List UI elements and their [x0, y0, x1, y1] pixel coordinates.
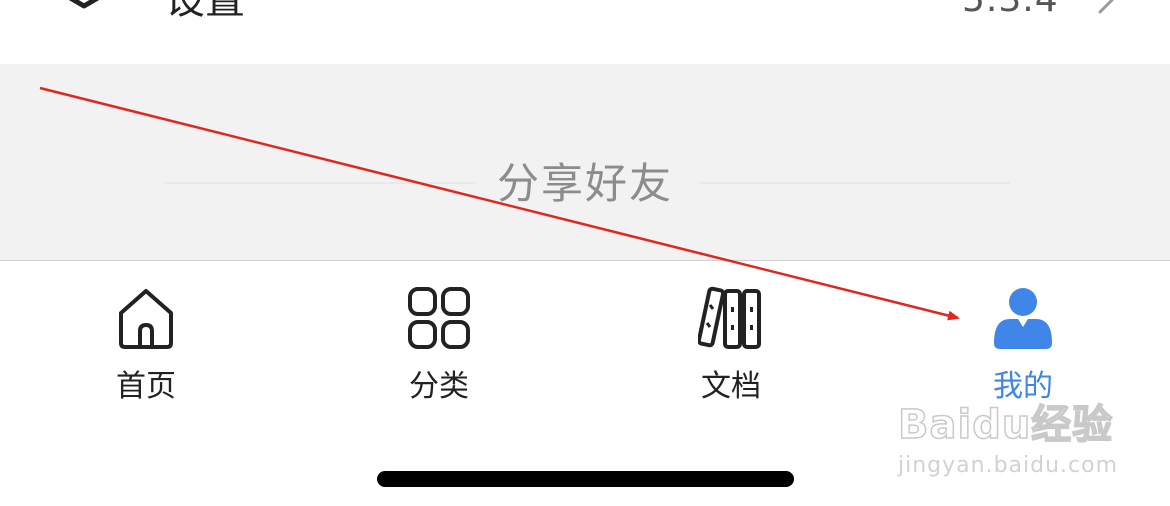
watermark-url-text: jingyan.baidu.com	[898, 453, 1119, 478]
tab-category[interactable]: 分类	[293, 261, 585, 421]
settings-label: 设置	[165, 0, 245, 23]
share-friends-section[interactable]: 分享好友	[0, 64, 1170, 260]
watermark-main-text: Baidu经验	[897, 401, 1114, 449]
user-icon	[994, 288, 1052, 349]
baidu-jingyan-watermark: Baidu经验 jingyan.baidu.com	[897, 400, 1128, 480]
grid-icon	[408, 287, 470, 349]
home-indicator-bar[interactable]	[377, 471, 794, 487]
tab-home[interactable]: 首页	[0, 261, 292, 421]
tab-docs-label: 文档	[701, 369, 761, 404]
tab-mine[interactable]: 我的	[877, 261, 1169, 421]
settings-row[interactable]: 设置 5.3.4	[0, 0, 1170, 64]
version-text: 5.3.4	[962, 0, 1059, 24]
share-friends-label: 分享好友	[496, 159, 673, 208]
home-icon	[119, 289, 173, 349]
tab-docs[interactable]: 文档	[585, 261, 877, 421]
hexagon-settings-icon	[68, 0, 100, 9]
tab-home-label: 首页	[116, 369, 176, 404]
binders-icon	[698, 286, 761, 349]
tab-category-label: 分类	[409, 369, 469, 404]
screen: 设置 5.3.4 分享好友 首页 分类	[0, 0, 1170, 506]
chevron-right-icon	[1098, 0, 1114, 14]
